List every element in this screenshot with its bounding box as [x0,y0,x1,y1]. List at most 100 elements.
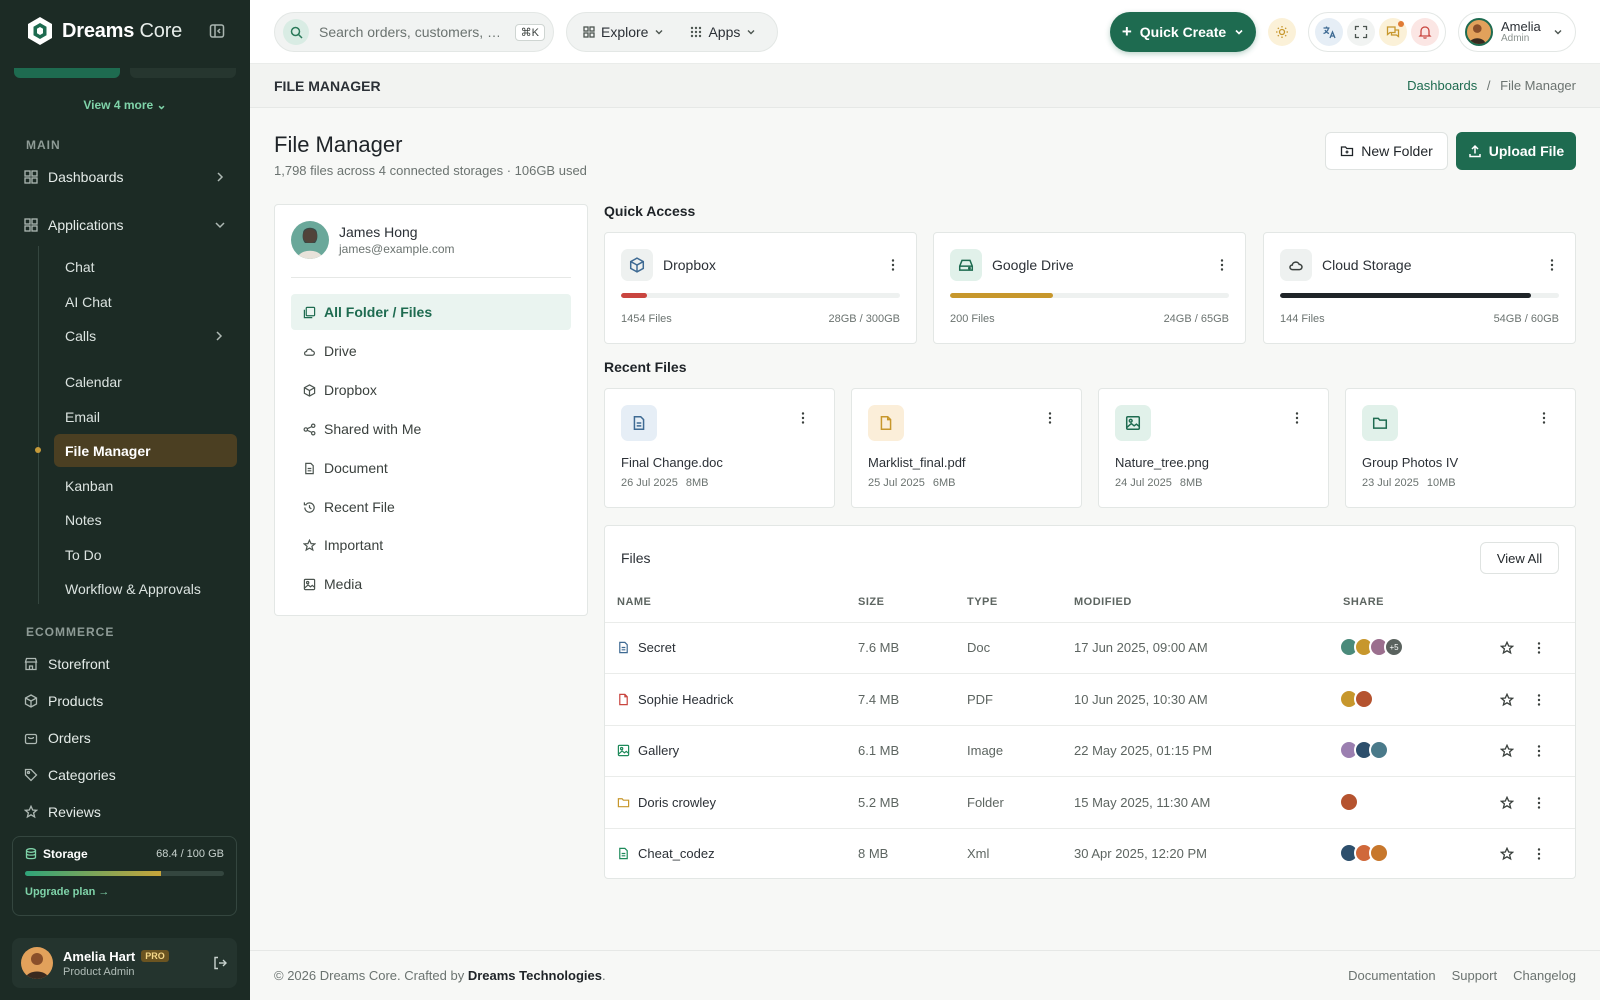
share-avatars[interactable] [1339,843,1389,863]
theme-toggle[interactable] [1268,18,1296,46]
explore-menu[interactable]: Explore [583,24,664,40]
panel-user: James Hong james@example.com [291,221,455,259]
footer-link-changelog[interactable]: Changelog [1513,968,1576,983]
search-input[interactable] [319,24,499,40]
table-row[interactable]: Doris crowley 5.2 MB Folder 15 May 2025,… [605,778,1575,829]
star-icon[interactable] [1500,847,1514,861]
folder-nav-drive[interactable]: Drive [291,333,571,369]
kebab-menu-icon[interactable] [1215,258,1229,272]
column-header-modified[interactable]: MODIFIED [1074,596,1132,608]
kebab-menu-icon[interactable] [796,411,810,425]
kebab-menu-icon[interactable] [1545,258,1559,272]
sidebar-item-categories[interactable]: Categories [24,767,226,783]
sidebar-item-email[interactable]: Email [65,409,225,425]
table-row[interactable]: Cheat_codez 8 MB Xml 30 Apr 2025, 12:20 … [605,829,1575,880]
quick-create-button[interactable]: + Quick Create [1110,12,1256,52]
quick-access-card-google-drive[interactable]: Google Drive 200 Files 24GB / 65GB [933,232,1246,344]
file-name-cell[interactable]: Doris crowley [617,795,716,810]
table-row[interactable]: Secret 7.6 MB Doc 17 Jun 2025, 09:00 AM … [605,623,1575,674]
recent-file-card[interactable]: Final Change.doc 26 Jul 2025 8MB [604,388,835,508]
messages-button[interactable] [1379,18,1407,46]
kebab-menu-icon[interactable] [1532,847,1546,861]
kebab-menu-icon[interactable] [1532,693,1546,707]
kebab-menu-icon[interactable] [1532,641,1546,655]
sidebar-item-ai-chat[interactable]: AI Chat [65,294,225,310]
search-box[interactable]: ⌘K [274,12,554,52]
file-icon [868,405,904,441]
file-name-cell[interactable]: Secret [617,640,676,655]
sidebar-item-kanban[interactable]: Kanban [65,478,225,494]
kebab-menu-icon[interactable] [1537,411,1551,425]
recent-file-card[interactable]: Marklist_final.pdf 25 Jul 2025 6MB [851,388,1082,508]
translate-button[interactable] [1315,18,1343,46]
view-all-button[interactable]: View All [1480,542,1559,574]
column-header-name[interactable]: NAME [617,596,651,608]
star-icon[interactable] [1500,641,1514,655]
fullscreen-icon [1354,25,1368,39]
panel-user-name: James Hong [339,224,418,240]
share-avatars[interactable] [1339,689,1374,709]
sidebar-collapse-icon[interactable] [208,22,226,40]
chevron-down-icon: ⌄ [156,98,167,112]
folder-nav-document[interactable]: Document [291,450,571,486]
folder-nav-important[interactable]: Important [291,527,571,563]
profile-menu[interactable]: Amelia Admin [1458,12,1576,52]
recent-file-card[interactable]: Group Photos IV 23 Jul 2025 10MB [1345,388,1576,508]
folder-nav-all[interactable]: All Folder / Files [291,294,571,330]
company-link[interactable]: Dreams Technologies [468,968,602,983]
column-header-type[interactable]: TYPE [967,596,998,608]
apps-menu[interactable]: Apps [690,24,756,40]
share-avatars[interactable] [1339,740,1389,760]
star-icon[interactable] [1500,693,1514,707]
sidebar-item-dashboards[interactable]: Dashboards [24,169,226,185]
sidebar-item-calendar[interactable]: Calendar [65,374,225,390]
sidebar-item-file-manager[interactable]: File Manager [54,434,237,467]
sidebar-item-workflow[interactable]: Workflow & Approvals [65,581,225,597]
sidebar-item-reviews[interactable]: Reviews [24,804,226,820]
file-name-cell[interactable]: Gallery [617,743,679,758]
sidebar-item-applications[interactable]: Applications [24,217,226,233]
share-avatars[interactable] [1339,792,1359,812]
brand-logo[interactable]: Dreams Core [26,16,182,46]
quick-access-card-cloud-storage[interactable]: Cloud Storage 144 Files 54GB / 60GB [1263,232,1576,344]
notifications-button[interactable] [1411,18,1439,46]
sidebar-item-notes[interactable]: Notes [65,512,225,528]
star-icon[interactable] [1500,744,1514,758]
share-avatars[interactable]: +5 [1339,637,1404,657]
logout-icon[interactable] [212,955,228,971]
sidebar-item-products[interactable]: Products [24,693,226,709]
sidebar-item-calls[interactable]: Calls [65,328,225,344]
file-name-cell[interactable]: Cheat_codez [617,846,715,861]
fullscreen-button[interactable] [1347,18,1375,46]
kebab-menu-icon[interactable] [1532,744,1546,758]
breadcrumb-root-link[interactable]: Dashboards [1407,78,1477,93]
upload-file-button[interactable]: Upload File [1456,132,1576,170]
recent-file-card[interactable]: Nature_tree.png 24 Jul 2025 8MB [1098,388,1329,508]
folder-nav-media[interactable]: Media [291,566,571,602]
file-name-cell[interactable]: Sophie Headrick [617,692,733,707]
kebab-menu-icon[interactable] [886,258,900,272]
star-icon[interactable] [1500,796,1514,810]
folder-nav-recent[interactable]: Recent File [291,489,571,525]
view-more-link[interactable]: View 4 more ⌄ [0,98,250,112]
column-header-size[interactable]: SIZE [858,596,884,608]
kebab-menu-icon[interactable] [1532,796,1546,810]
storage-label: Storage [43,847,88,861]
footer-link-documentation[interactable]: Documentation [1348,968,1435,983]
sidebar-item-orders[interactable]: Orders [24,730,226,746]
folder-nav-dropbox[interactable]: Dropbox [291,372,571,408]
kebab-menu-icon[interactable] [1043,411,1057,425]
upgrade-plan-link[interactable]: Upgrade plan → [25,886,224,898]
footer-link-support[interactable]: Support [1452,968,1498,983]
kebab-menu-icon[interactable] [1290,411,1304,425]
table-row[interactable]: Gallery 6.1 MB Image 22 May 2025, 01:15 … [605,726,1575,777]
sidebar-item-chat[interactable]: Chat [65,259,225,275]
quick-access-card-dropbox[interactable]: Dropbox 1454 Files 28GB / 300GB [604,232,917,344]
table-row[interactable]: Sophie Headrick 7.4 MB PDF 10 Jun 2025, … [605,675,1575,726]
sidebar-user-card[interactable]: Amelia Hart PRO Product Admin [12,938,237,988]
avatar [1369,740,1389,760]
folder-nav-shared[interactable]: Shared with Me [291,411,571,447]
new-folder-button[interactable]: New Folder [1325,132,1448,170]
sidebar-item-todo[interactable]: To Do [65,547,225,563]
sidebar-item-storefront[interactable]: Storefront [24,656,226,672]
